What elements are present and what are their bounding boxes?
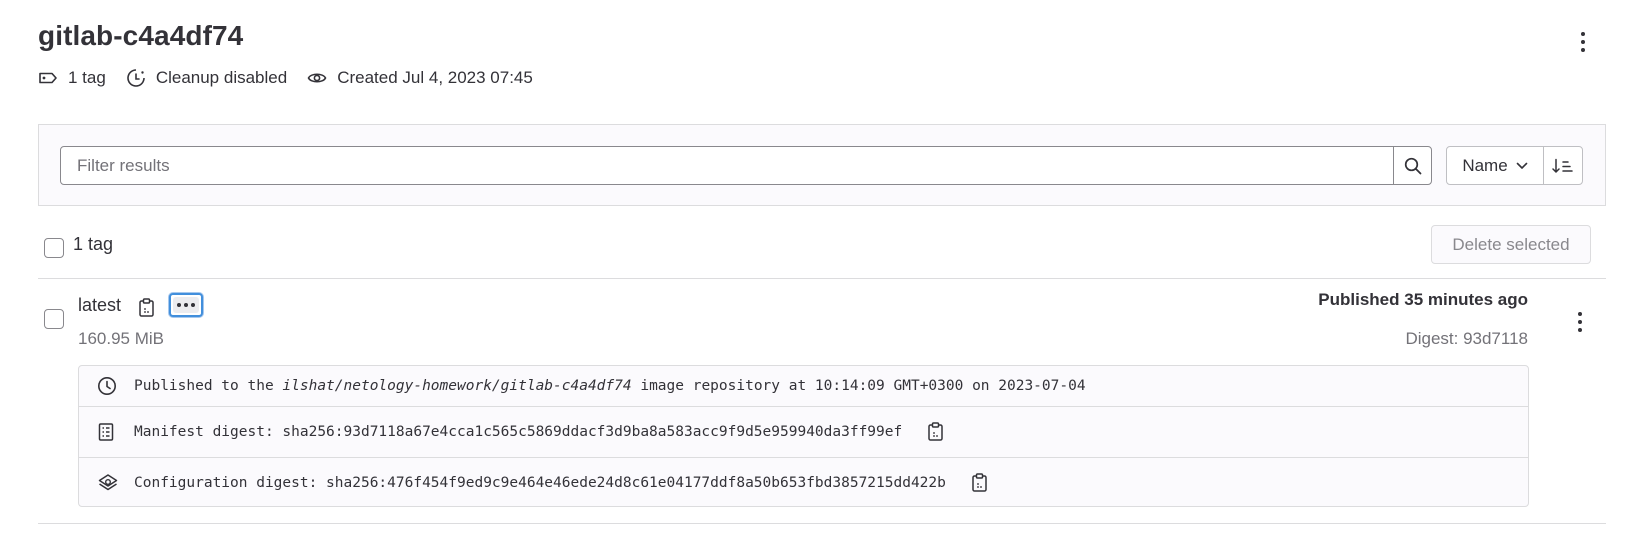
clock-icon xyxy=(97,376,117,396)
eye-icon xyxy=(307,73,327,83)
manifest-digest-text: Manifest digest: sha256:93d7118a67e4cca1… xyxy=(134,424,903,440)
divider xyxy=(38,523,1606,524)
tag-count-meta: 1 tag xyxy=(38,68,106,88)
cleanup-text: Cleanup disabled xyxy=(155,68,288,87)
cloud-gear-icon xyxy=(97,473,119,493)
delete-selected-button[interactable]: Delete selected xyxy=(1431,225,1591,264)
clock-cleanup-icon xyxy=(127,69,145,87)
copy-to-clipboard-icon xyxy=(928,422,943,441)
kebab-dot-icon xyxy=(1581,48,1585,52)
repository-path: ilshat/netology-homework/gitlab-c4a4df74 xyxy=(282,378,632,394)
search-button[interactable] xyxy=(1393,146,1432,185)
ellipsis-icon xyxy=(173,297,199,313)
kebab-dot-icon xyxy=(1581,32,1585,36)
copy-to-clipboard-icon xyxy=(139,298,154,317)
chevron-down-icon xyxy=(1516,162,1527,169)
published-detail-row: Published to the ilshat/netology-homewor… xyxy=(79,366,1528,407)
select-tag-checkbox[interactable] xyxy=(44,309,64,329)
copy-configuration-digest-button[interactable] xyxy=(971,472,989,493)
digest-short: Digest: 93d7118 xyxy=(1405,329,1528,348)
divider xyxy=(38,278,1606,279)
kebab-dot-icon xyxy=(1581,40,1585,44)
tag-name: latest xyxy=(78,295,122,315)
created-meta: Created Jul 4, 2023 07:45 xyxy=(307,68,533,88)
image-actions-kebab-button[interactable] xyxy=(1573,28,1593,56)
kebab-dot-icon xyxy=(1578,320,1582,324)
configuration-digest-text: Configuration digest: sha256:476f454f9ed… xyxy=(134,474,946,491)
search-icon xyxy=(1404,157,1421,174)
filter-bar: Name xyxy=(38,124,1606,206)
tag-size: 160.95 MiB xyxy=(78,329,164,348)
sort-by-label: Name xyxy=(1462,155,1508,175)
tag-icon xyxy=(39,72,57,84)
page-title: gitlab-c4a4df74 xyxy=(38,20,244,51)
sort-direction-button[interactable] xyxy=(1544,147,1582,184)
sort-lowest-icon xyxy=(1552,158,1573,173)
manifest-digest-row: Manifest digest: sha256:93d7118a67e4cca1… xyxy=(79,407,1528,458)
kebab-dot-icon xyxy=(1578,312,1582,316)
created-text: Created Jul 4, 2023 07:45 xyxy=(337,68,533,87)
image-metadata: 1 tag Cleanup disabled Created Jul 4, 20… xyxy=(38,68,553,88)
tag-details-toggle-button[interactable] xyxy=(169,293,203,317)
cleanup-meta: Cleanup disabled xyxy=(126,68,287,88)
copy-icon[interactable] xyxy=(138,298,156,323)
tag-count-text: 1 tag xyxy=(68,68,106,87)
kebab-dot-icon xyxy=(1578,328,1582,332)
published-time: Published 35 minutes ago xyxy=(1318,290,1528,309)
sort-control: Name xyxy=(1446,146,1583,185)
tags-count-label: 1 tag xyxy=(73,234,114,254)
tag-details-panel: Published to the ilshat/netology-homewor… xyxy=(78,365,1529,507)
configuration-digest-row: Configuration digest: sha256:476f454f9ed… xyxy=(79,458,1528,507)
filter-results-input[interactable] xyxy=(60,146,1394,185)
sort-by-dropdown[interactable]: Name xyxy=(1447,147,1544,184)
tag-actions-kebab-button[interactable] xyxy=(1570,308,1590,336)
published-detail-text: Published to the ilshat/netology-homewor… xyxy=(134,378,1086,394)
copy-to-clipboard-icon xyxy=(971,472,987,492)
copy-manifest-digest-button[interactable] xyxy=(927,422,945,442)
select-all-checkbox[interactable] xyxy=(44,238,64,258)
document-icon xyxy=(97,422,115,442)
